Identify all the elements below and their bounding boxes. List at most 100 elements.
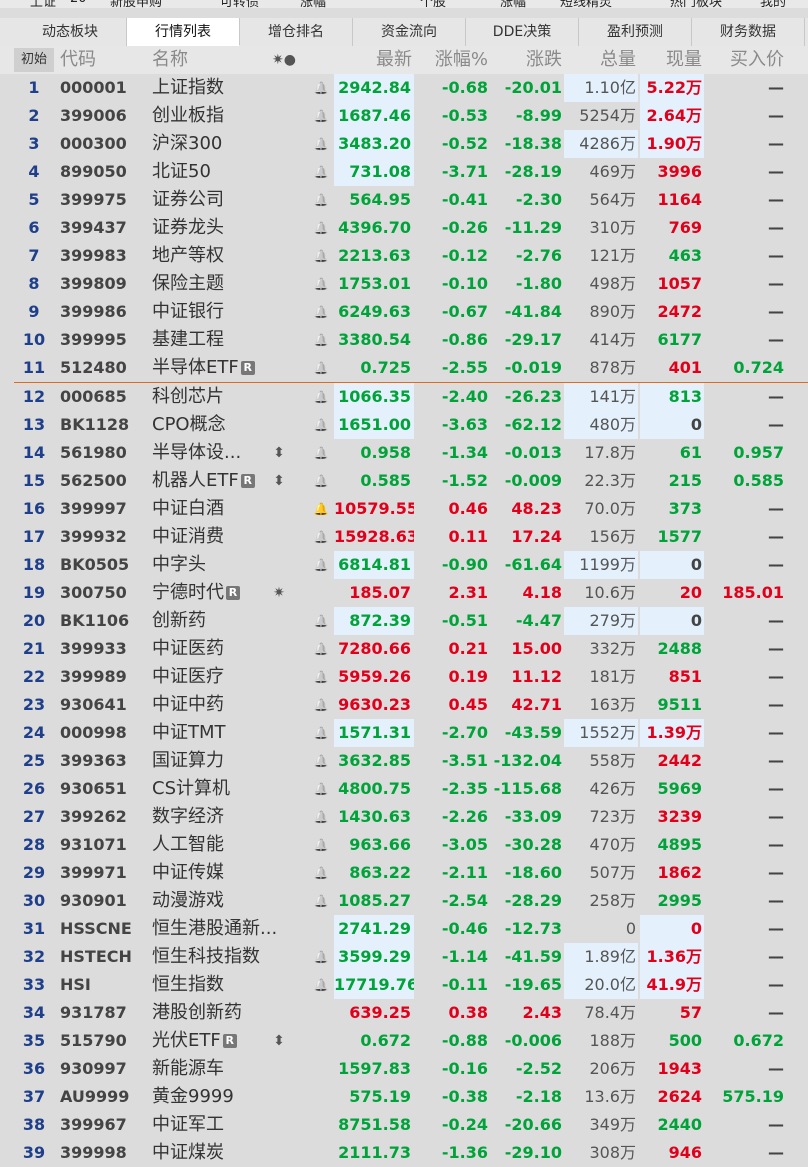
alert-bell-icon[interactable]: 🔔 [312,74,330,102]
table-row[interactable]: 16 399997 中证白酒 🔔 10579.55 0.46 48.23 70.0万 373 — [0,495,808,523]
table-row[interactable]: 37 AU9999 黄金9999 575.19 -0.38 -2.18 13.6万 2624 5… [0,1083,808,1111]
table-row[interactable]: 13 BK1128 CPO概念 🔔 1651.00 -3.63 -62.12 480万 0 — [0,411,808,439]
column-header-change[interactable]: 涨跌 [490,46,562,74]
table-row[interactable]: 10 399995 基建工程 🔔 3380.54 -0.86 -29.17 414万 6177 — [0,326,808,354]
top-strip-item[interactable]: 上证 [30,0,56,8]
alert-bell-icon[interactable]: 🔔 [312,158,330,186]
alert-bell-icon[interactable]: 🔔 [312,607,330,635]
top-strip-item[interactable]: 短线精灵 [560,0,612,8]
table-row[interactable]: 23 930641 中证中药 🔔 9630.23 0.45 42.71 163万 9511 — [0,691,808,719]
tab-3[interactable]: 增仓排名 [240,18,353,46]
table-row[interactable]: 17 399932 中证消费 🔔 15928.63 0.11 17.24 156万 1577 — [0,523,808,551]
security-code: 930651 [60,779,127,798]
alert-bell-icon[interactable]: 🔔 [312,186,330,214]
table-row[interactable]: 27 399262 数字经济 🔔 1430.63 -2.26 -33.09 723万 3239 — [0,803,808,831]
table-row[interactable]: 32 HSTECH 恒生科技指数 🔔 3599.29 -1.14 -41.59 1.89亿 1.… [0,943,808,971]
tab-7[interactable]: 财务数据 [692,18,805,46]
table-row[interactable]: 25 399363 国证算力 🔔 3632.85 -3.51 -132.04 558万 2442… [0,747,808,775]
tab-4[interactable]: 资金流向 [353,18,466,46]
column-header-bid[interactable]: 买入价 [706,46,784,74]
table-row[interactable]: 28 931071 人工智能 🔔 963.66 -3.05 -30.28 470万 4895 — [0,831,808,859]
table-row[interactable]: 20 BK1106 创新药 🔔 872.39 -0.51 -4.47 279万 0 — [0,607,808,635]
column-header-current-volume[interactable]: 现量 [640,46,702,74]
table-row[interactable]: 29 399971 中证传媒 🔔 863.22 -2.11 -18.60 507万 1862 — [0,859,808,887]
top-strip-item[interactable]: 我的 [760,0,786,8]
reset-sort-button[interactable]: 初始 [14,48,54,72]
top-strip-item[interactable]: 热门板块 [670,0,722,8]
top-strip-item[interactable]: 涨幅 [500,0,526,8]
column-header-flags[interactable]: ✷● [272,46,304,74]
alert-bell-icon[interactable]: 🔔 [312,719,330,747]
table-row[interactable]: 3 000300 沪深300 🔔 3483.20 -0.52 -18.38 4286万 1.90… [0,130,808,158]
alert-bell-icon[interactable]: 🔔 [312,887,330,915]
table-row[interactable]: 33 HSI 恒生指数 🔔 17719.76 -0.11 -19.65 20.0亿 41.9万 — [0,971,808,999]
alert-bell-icon[interactable]: 🔔 [312,943,330,971]
table-row[interactable]: 15 562500 机器人ETF R ⬍ 🔔 0.585 -1.52 -0.009 22.3万 21… [0,467,808,495]
table-row[interactable]: 24 000998 中证TMT 🔔 1571.31 -2.70 -43.59 1552万 1.3… [0,719,808,747]
table-row[interactable]: 30 930901 动漫游戏 🔔 1085.27 -2.54 -28.29 258万 2995 — [0,887,808,915]
table-row[interactable]: 6 399437 证券龙头 🔔 4396.70 -0.26 -11.29 310万 769 — [0,214,808,242]
table-row[interactable]: 22 399989 中证医疗 🔔 5959.26 0.19 11.12 181万 851 — [0,663,808,691]
table-row[interactable]: 39 399998 中证煤炭 2111.73 -1.36 -29.10 308万 946 — [0,1139,808,1167]
column-header-name[interactable]: 名称 [152,46,252,74]
alert-bell-icon[interactable]: 🔔 [312,747,330,775]
table-row[interactable]: 31 HSSCNE 恒生港股通新... 2741.29 -0.46 -12.73 0 0 — [0,915,808,943]
top-strip-item[interactable]: 涨幅 [300,0,326,8]
alert-bell-icon[interactable]: 🔔 [312,354,330,382]
alert-bell-icon[interactable]: 🔔 [312,214,330,242]
table-row[interactable]: 18 BK0505 中字头 🔔 6814.81 -0.90 -61.64 1199万 0 — [0,551,808,579]
tab-1[interactable]: 动态板块 [14,18,127,46]
column-header-latest[interactable]: 最新 [334,46,412,74]
column-header-total-volume[interactable]: 总量 [564,46,636,74]
column-header-pct[interactable]: 涨幅% [416,46,488,74]
table-row[interactable]: 21 399933 中证医药 🔔 7280.66 0.21 15.00 332万 2488 — [0,635,808,663]
alert-bell-icon[interactable]: 🔔 [312,326,330,354]
table-row[interactable]: 19 300750 宁德时代 R ✷ 185.07 2.31 4.18 10.6万 20 185.0… [0,579,808,607]
alert-bell-icon[interactable]: 🔔 [312,635,330,663]
top-strip-item[interactable]: 20 [70,0,87,6]
table-row[interactable]: 5 399975 证券公司 🔔 564.95 -0.41 -2.30 564万 1164 — [0,186,808,214]
table-row[interactable]: 14 561980 半导体设... ⬍ 🔔 0.958 -1.34 -0.013 17.8万 61… [0,439,808,467]
table-row[interactable]: 26 930651 CS计算机 🔔 4800.75 -2.35 -115.68 426万 596… [0,775,808,803]
top-strip-item[interactable]: 个股 [420,0,446,8]
alert-bell-icon[interactable]: 🔔 [312,242,330,270]
table-row[interactable]: 1 000001 上证指数 🔔 2942.84 -0.68 -20.01 1.10亿 5.22万… [0,74,808,102]
alert-bell-icon[interactable]: 🔔 [312,775,330,803]
table-row[interactable]: 8 399809 保险主题 🔔 1753.01 -0.10 -1.80 498万 1057 — [0,270,808,298]
table-row[interactable]: 11 512480 半导体ETF R 🔔 0.725 -2.55 -0.019 878万 401 0… [0,354,808,382]
column-header-code[interactable]: 代码 [60,46,140,74]
alert-bell-icon[interactable]: 🔔 [312,859,330,887]
table-row[interactable]: 4 899050 北证50 🔔 731.08 -3.71 -28.19 469万 3996 — [0,158,808,186]
table-row[interactable]: 7 399983 地产等权 🔔 2213.63 -0.12 -2.76 121万 463 — [0,242,808,270]
alert-bell-icon[interactable]: 🔔 [312,102,330,130]
table-row[interactable]: 35 515790 光伏ETF R ⬍ 0.672 -0.88 -0.006 188万 500 0.… [0,1027,808,1055]
price-latest: 2942.84 [334,74,414,102]
tab-5[interactable]: DDE决策 [466,18,579,46]
alert-bell-icon[interactable]: 🔔 [312,439,330,467]
alert-bell-icon[interactable]: 🔔 [312,467,330,495]
alert-bell-icon[interactable]: 🔔 [312,803,330,831]
alert-bell-icon[interactable]: 🔔 [312,551,330,579]
alert-bell-icon[interactable]: 🔔 [312,523,330,551]
table-row[interactable]: 36 930997 新能源车 1597.83 -0.16 -2.52 206万 1943 — [0,1055,808,1083]
table-row[interactable]: 9 399986 中证银行 🔔 6249.63 -0.67 -41.84 890万 2472 — [0,298,808,326]
alert-bell-icon[interactable]: 🔔 [312,495,330,523]
tab-2[interactable]: 行情列表 [127,18,240,46]
alert-bell-icon[interactable]: 🔔 [312,270,330,298]
alert-bell-icon[interactable]: 🔔 [312,130,330,158]
table-row[interactable]: 12 000685 科创芯片 🔔 1066.35 -2.40 -26.23 141万 813 — [0,383,808,411]
alert-bell-icon[interactable]: 🔔 [312,971,330,999]
alert-bell-icon[interactable]: 🔔 [312,663,330,691]
tab-6[interactable]: 盈利预测 [579,18,692,46]
alert-bell-icon[interactable]: 🔔 [312,691,330,719]
top-strip-item[interactable]: 新股申购 [110,0,162,8]
table-row[interactable]: 34 931787 港股创新药 639.25 0.38 2.43 78.4万 57 — [0,999,808,1027]
alert-bell-icon[interactable]: 🔔 [312,383,330,411]
table-row[interactable]: 2 399006 创业板指 🔔 1687.46 -0.53 -8.99 5254万 2.64万 — [0,102,808,130]
current-volume: 9511 [657,695,702,714]
top-strip-item[interactable]: 可转债 [220,0,259,8]
alert-bell-icon[interactable]: 🔔 [312,411,330,439]
table-row[interactable]: 38 399967 中证军工 8751.58 -0.24 -20.66 349万 2440 — [0,1111,808,1139]
alert-bell-icon[interactable]: 🔔 [312,298,330,326]
alert-bell-icon[interactable]: 🔔 [312,831,330,859]
